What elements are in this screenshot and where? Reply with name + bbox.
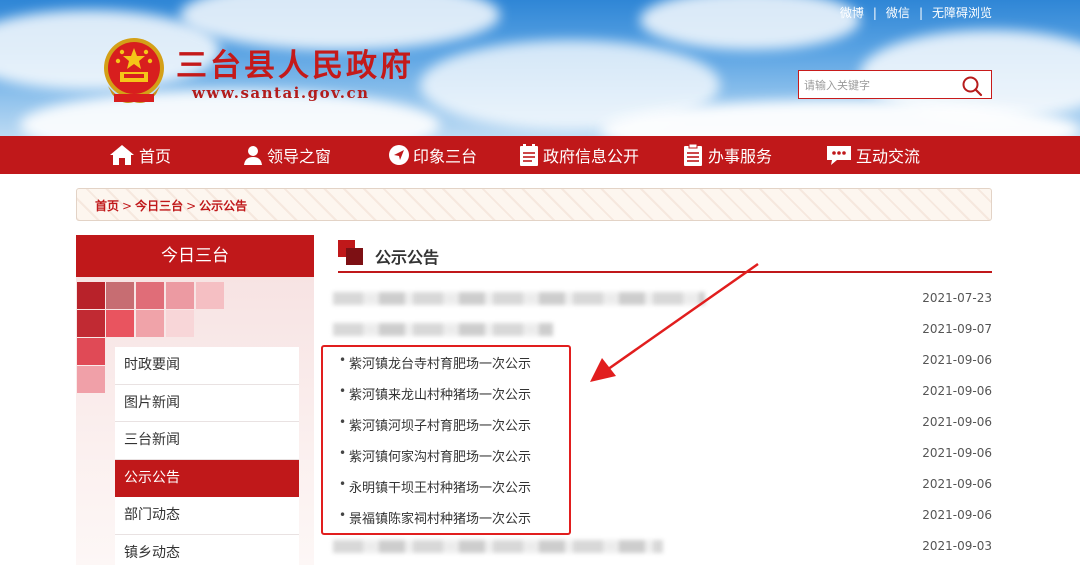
nav-item-services[interactable]: 办事服务	[681, 136, 772, 174]
nav-item-interaction[interactable]: 互动交流	[825, 136, 920, 174]
person-icon	[244, 146, 262, 165]
highlight-box	[321, 345, 571, 535]
sidebar-item-photo-news[interactable]: 图片新闻	[115, 385, 299, 422]
weibo-link[interactable]: 微博	[840, 4, 864, 21]
nav-item-gov-info[interactable]: 政府信息公开	[518, 136, 639, 174]
wechat-link[interactable]: 微信	[886, 4, 910, 21]
breadcrumb-home[interactable]: 首页	[95, 199, 119, 213]
breadcrumb: 首页 > 今日三台 > 公示公告	[76, 188, 992, 221]
navigation-icon	[389, 145, 409, 165]
nav-item-label: 政府信息公开	[543, 147, 640, 166]
sidebar-item-current-affairs[interactable]: 时政要闻	[115, 347, 299, 385]
item-date: 2021-07-23	[922, 291, 992, 305]
sidebar-item-santai-news[interactable]: 三台新闻	[115, 422, 299, 460]
top-link-separator: |	[872, 6, 877, 20]
sidebar-item-department-news[interactable]: 部门动态	[115, 497, 299, 535]
chat-icon	[827, 146, 851, 165]
nav-item-home[interactable]: 首页	[108, 136, 171, 174]
search-box	[798, 70, 992, 99]
site-title: 三台县人民政府	[176, 48, 414, 84]
blurred-title	[333, 540, 663, 553]
nav-item-impression[interactable]: 印象三台	[388, 136, 477, 174]
breadcrumb-today-santai[interactable]: 今日三台	[135, 199, 183, 213]
nav-item-label: 印象三台	[413, 147, 478, 166]
nav-item-label: 首页	[139, 147, 172, 166]
top-links: 微博 | 微信 | 无障碍浏览	[840, 4, 992, 21]
clipboard-icon	[684, 143, 702, 166]
nav-item-label: 领导之窗	[267, 147, 332, 166]
top-link-separator: |	[918, 6, 923, 20]
search-icon[interactable]	[961, 75, 983, 97]
item-date: 2021-09-06	[922, 353, 992, 367]
blurred-title	[333, 323, 553, 336]
item-date: 2021-09-06	[922, 446, 992, 460]
sidebar-menu: 时政要闻 图片新闻 三台新闻 公示公告 部门动态 镇乡动态	[115, 347, 299, 565]
nav-item-label: 办事服务	[708, 147, 773, 166]
list-item[interactable]: 2021-09-03	[333, 531, 993, 562]
breadcrumb-separator: >	[186, 199, 197, 213]
nav-item-leaders[interactable]: 领导之窗	[242, 136, 331, 174]
document-icon	[520, 144, 538, 166]
item-date: 2021-09-07	[922, 322, 992, 336]
item-date: 2021-09-06	[922, 508, 992, 522]
item-date: 2021-09-06	[922, 415, 992, 429]
home-icon	[110, 145, 134, 165]
national-emblem-icon	[104, 38, 164, 103]
annotation-arrow	[590, 262, 759, 382]
nav-item-label: 互动交流	[856, 147, 921, 166]
sidebar-item-notices[interactable]: 公示公告	[115, 459, 299, 497]
item-date: 2021-09-06	[922, 384, 992, 398]
sidebar-title: 今日三台	[76, 235, 314, 277]
site-header: 微博 | 微信 | 无障碍浏览 三台县人民政府 www.santai.gov.cn	[0, 0, 1080, 136]
breadcrumb-notices[interactable]: 公示公告	[199, 199, 247, 213]
item-date: 2021-09-03	[922, 539, 992, 553]
main-nav: 首页 领导之窗 印象三台 政府信息公开 办事服务 互动交流	[0, 136, 1080, 174]
breadcrumb-separator: >	[122, 199, 133, 213]
section-icon	[338, 240, 363, 265]
site-url: www.santai.gov.cn	[192, 84, 370, 102]
sidebar-item-town-news[interactable]: 镇乡动态	[115, 535, 299, 565]
accessibility-link[interactable]: 无障碍浏览	[932, 4, 992, 21]
content-title: 公示公告	[375, 248, 440, 267]
item-date: 2021-09-06	[922, 477, 992, 491]
search-input[interactable]	[804, 75, 954, 95]
